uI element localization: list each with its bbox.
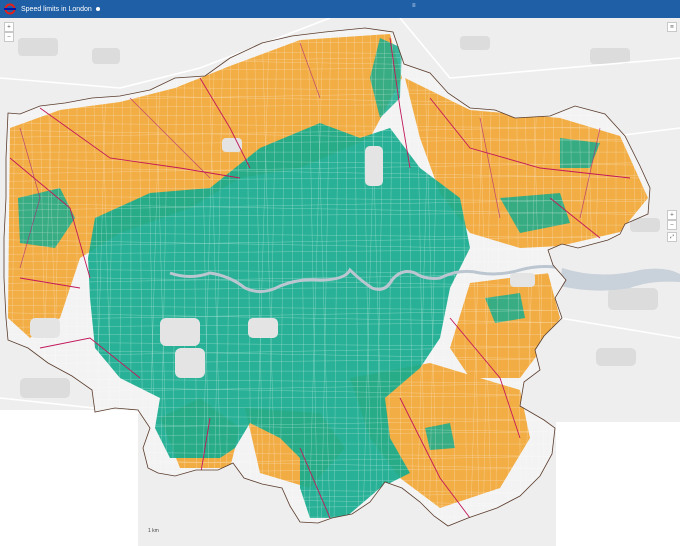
speed-limit-map[interactable]: [0, 18, 680, 546]
layers-icon[interactable]: ≡: [667, 22, 677, 32]
title-bar: Speed limits in London: [0, 0, 680, 18]
fullscreen-icon[interactable]: ⤢: [667, 232, 677, 242]
plus-icon[interactable]: +: [4, 22, 14, 32]
minus-icon[interactable]: −: [667, 220, 677, 230]
status-dot: [95, 7, 100, 11]
minus-icon[interactable]: −: [4, 32, 14, 42]
menu-toggle[interactable]: ≡: [412, 3, 416, 9]
app-title: Speed limits in London: [21, 5, 92, 13]
map-scale: 1 km: [148, 528, 159, 534]
roundel-icon: [4, 3, 16, 15]
plus-icon[interactable]: +: [667, 210, 677, 220]
